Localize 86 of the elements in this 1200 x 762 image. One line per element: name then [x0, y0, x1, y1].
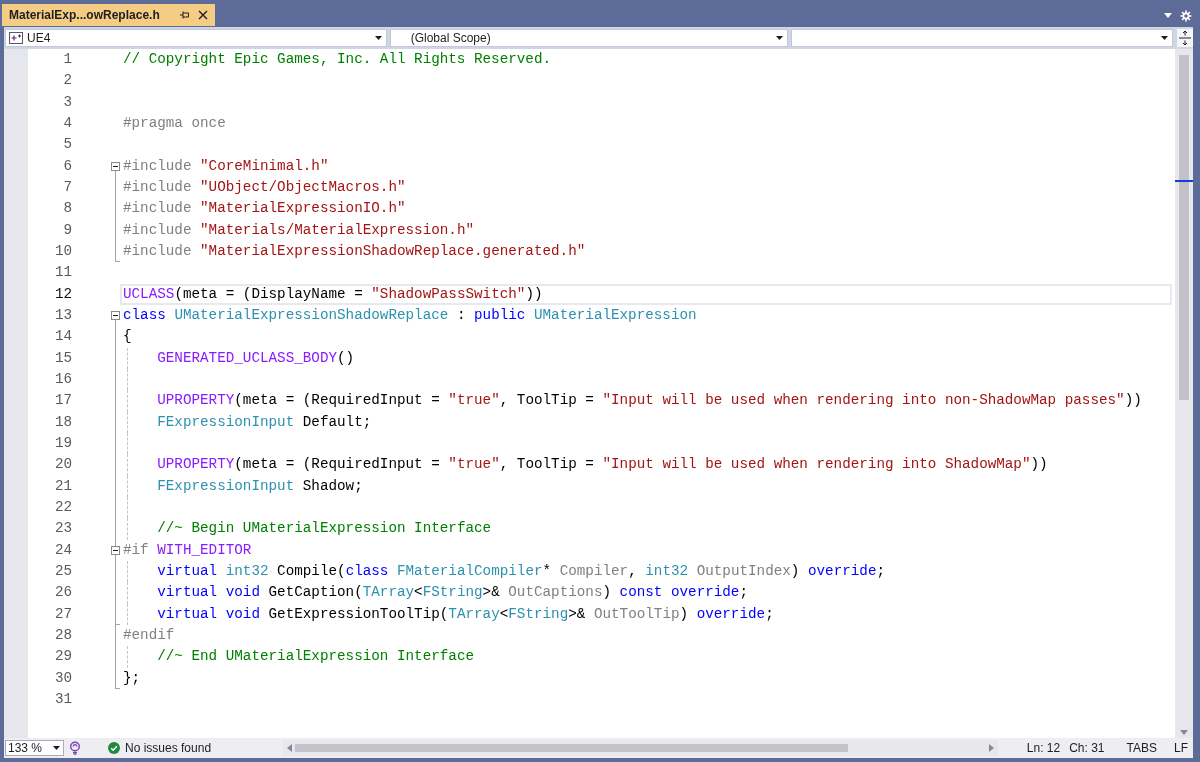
- line-number: 22: [53, 499, 72, 517]
- issues-status[interactable]: No issues found: [125, 741, 212, 755]
- line-number: 7: [62, 179, 72, 197]
- line-number: 25: [53, 563, 72, 581]
- line-number: 26: [53, 584, 72, 602]
- line-number: 3: [62, 93, 72, 111]
- bulb-icon[interactable]: [68, 741, 82, 755]
- horizontal-scrollbar[interactable]: [282, 740, 998, 756]
- line-number: 27: [53, 605, 72, 623]
- left-arrow-icon[interactable]: [286, 744, 292, 752]
- check-circle-icon: [108, 742, 120, 754]
- line-number: 9: [62, 221, 72, 239]
- code-line: #include "UObject/ObjectMacros.h": [123, 179, 406, 197]
- scope-dropdown[interactable]: (Global Scope): [389, 29, 789, 47]
- code-line: #include "Materials/MaterialExpression.h": [123, 221, 474, 239]
- scrollbar-thumb[interactable]: [294, 744, 848, 752]
- code-line: #if WITH_EDITOR: [123, 541, 252, 559]
- line-number: 12: [53, 285, 72, 303]
- code-line: //~ Begin UMaterialExpression Interface: [157, 520, 492, 538]
- line-number: 21: [53, 477, 72, 495]
- code-line: #pragma once: [123, 115, 226, 133]
- line-number: 16: [53, 371, 72, 389]
- line-number: 8: [62, 200, 72, 218]
- code-line: class UMaterialExpressionShadowReplace : public UMaterialExpression: [123, 307, 697, 325]
- collapse-icon[interactable]: [111, 310, 120, 320]
- line-number: 18: [53, 413, 72, 431]
- pin-icon[interactable]: [179, 10, 190, 20]
- right-arrow-icon[interactable]: [988, 744, 994, 752]
- code-line: #include "CoreMinimal.h": [123, 157, 329, 175]
- code-line: UPROPERTY(meta = (RequiredInput = "true", ToolTip = "Input will be used when rendering into ShadowMap")): [157, 456, 1048, 474]
- line-number: 15: [53, 349, 72, 367]
- line-number: 24: [53, 541, 72, 559]
- collapse-icon[interactable]: [111, 161, 120, 171]
- project-icon: [9, 32, 23, 44]
- code-line: GENERATED_UCLASS_BODY(): [157, 349, 355, 367]
- line-number: 31: [53, 691, 72, 708]
- line-number: 29: [53, 648, 72, 666]
- caret-icon: [53, 746, 60, 750]
- document-tab[interactable]: MaterialExp...owReplace.h: [2, 4, 215, 26]
- code-line: };: [123, 669, 141, 687]
- line-number: 10: [53, 243, 72, 261]
- indentation-indicator[interactable]: TABS: [1126, 741, 1157, 755]
- line-number: 19: [53, 435, 72, 453]
- collapse-icon[interactable]: [111, 545, 120, 555]
- caret-icon: [776, 36, 784, 40]
- line-ending-indicator[interactable]: LF: [1174, 741, 1188, 755]
- code-line: virtual int32 Compile(class FMaterialCompiler* Compiler, int32 OutputIndex) override;: [157, 563, 886, 581]
- code-line: {: [123, 328, 132, 346]
- code-line: #endif: [123, 627, 175, 644]
- line-number: 4: [62, 115, 72, 133]
- down-arrow-icon[interactable]: [1180, 730, 1188, 735]
- scrollbar-thumb[interactable]: [1179, 55, 1189, 400]
- split-icon[interactable]: [1177, 29, 1193, 47]
- code-line: UPROPERTY(meta = (RequiredInput = "true", ToolTip = "Input will be used when rendering into non-ShadowMap passes")): [157, 392, 1142, 410]
- close-icon[interactable]: [197, 10, 208, 20]
- code-line: #include "MaterialExpressionIO.h": [123, 200, 406, 218]
- code-line: //~ End UMaterialExpression Interface: [157, 648, 474, 666]
- line-number: 23: [53, 520, 72, 538]
- caret-icon: [1161, 36, 1168, 40]
- line-number: 17: [53, 392, 72, 410]
- line-number: 28: [53, 627, 72, 644]
- line-number: 5: [62, 136, 72, 154]
- vertical-scrollbar[interactable]: [1175, 49, 1193, 738]
- line-number: 13: [53, 307, 72, 325]
- zoom-dropdown[interactable]: 133 %: [5, 740, 64, 756]
- code-line: UCLASS(meta = (DisplayName = "ShadowPassSwitch")): [123, 285, 543, 303]
- line-indicator[interactable]: Ln: 12: [1026, 741, 1061, 755]
- line-number: 20: [53, 456, 72, 474]
- settings-icon[interactable]: [1180, 9, 1192, 22]
- line-number: 30: [53, 669, 72, 687]
- code-line: virtual void GetExpressionToolTip(TArray<FString>& OutToolTip) override;: [157, 605, 774, 623]
- code-line: virtual void GetCaption(TArray<FString>& OutCaptions) const override;: [157, 584, 748, 602]
- caret-position-marker: [1175, 180, 1193, 182]
- code-line: #include "MaterialExpressionShadowReplace.generated.h": [123, 243, 586, 261]
- code-line: FExpressionInput Default;: [157, 413, 372, 431]
- line-number: 6: [62, 157, 72, 175]
- line-number: 11: [53, 264, 72, 282]
- code-line: FExpressionInput Shadow;: [157, 477, 363, 495]
- line-number: 14: [53, 328, 72, 346]
- caret-icon[interactable]: [1164, 13, 1172, 18]
- line-number: 2: [62, 72, 72, 90]
- caret-icon: [374, 36, 382, 40]
- code-line: // Copyright Epic Games, Inc. All Rights Reserved.: [123, 51, 552, 69]
- project-dropdown[interactable]: UE4: [5, 29, 387, 47]
- line-number: 1: [62, 51, 72, 69]
- column-indicator[interactable]: Ch: 31: [1069, 741, 1105, 755]
